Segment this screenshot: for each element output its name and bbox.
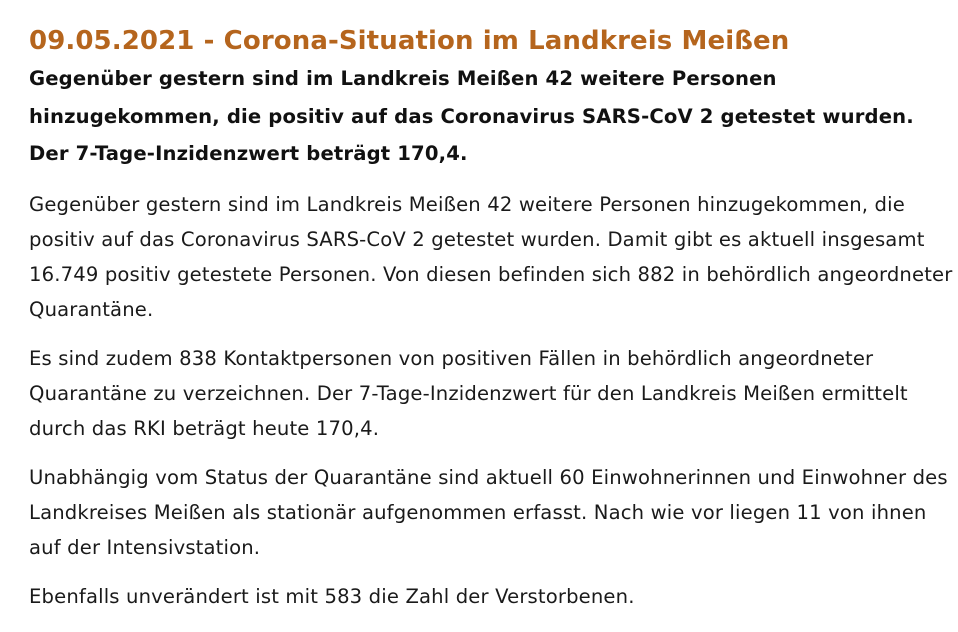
article-title: 09.05.2021 - Corona-Situation im Landkre… (29, 26, 790, 56)
article-paragraph-4: Ebenfalls unverändert ist mit 583 die Za… (29, 584, 635, 608)
news-article: 09.05.2021 - Corona-Situation im Landkre… (29, 22, 954, 628)
article-lead: Gegenüber gestern sind im Landkreis Meiß… (29, 67, 914, 165)
article-paragraph-3: Unabhängig vom Status der Quarantäne sin… (29, 465, 948, 559)
article-paragraph-1: Gegenüber gestern sind im Landkreis Meiß… (29, 192, 953, 321)
article-paragraph-2: Es sind zudem 838 Kontaktpersonen von po… (29, 346, 908, 440)
